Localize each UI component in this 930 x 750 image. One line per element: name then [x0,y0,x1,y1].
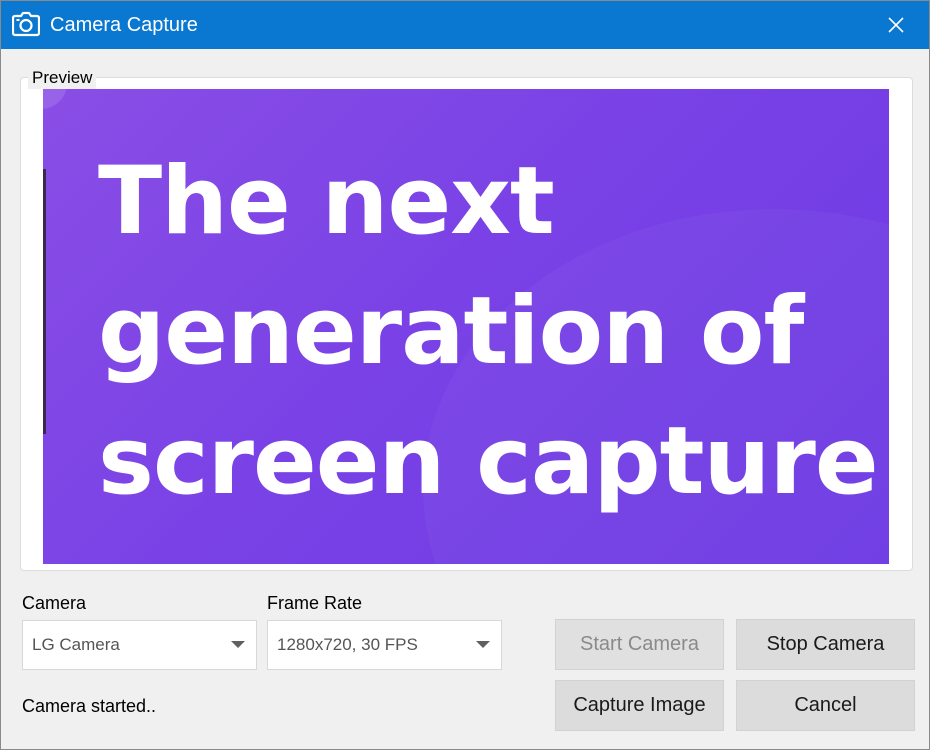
close-icon [888,17,904,33]
preview-corner-shape [43,89,67,109]
frame-rate-select[interactable]: 1280x720, 30 FPS [267,620,502,670]
title-bar: Camera Capture [1,1,929,49]
frame-rate-select-value: 1280x720, 30 FPS [277,635,418,654]
status-text: Camera started.. [22,696,157,716]
camera-preview: The next generation of screen capture [43,89,889,564]
camera-select[interactable]: LG Camera [22,620,257,670]
start-camera-button[interactable]: Start Camera [555,619,724,670]
frame-rate-label: Frame Rate [267,593,363,613]
capture-image-button[interactable]: Capture Image [555,680,724,731]
camera-select-value: LG Camera [32,635,120,654]
camera-icon [12,11,40,37]
camera-capture-window: Camera Capture Preview The next generati… [0,0,930,750]
preview-group-label: Preview [28,67,97,89]
stop-camera-button[interactable]: Stop Camera [736,619,915,670]
window-title: Camera Capture [50,14,198,36]
chevron-down-icon [465,621,501,669]
camera-label: Camera [22,593,87,613]
chevron-down-icon [220,621,256,669]
preview-left-edge [43,169,46,434]
preview-text-line: screen capture [98,407,879,516]
close-button[interactable] [879,11,913,39]
preview-text-line: generation of [98,277,804,386]
cancel-button[interactable]: Cancel [736,680,915,731]
preview-text-line: The next [98,147,555,256]
